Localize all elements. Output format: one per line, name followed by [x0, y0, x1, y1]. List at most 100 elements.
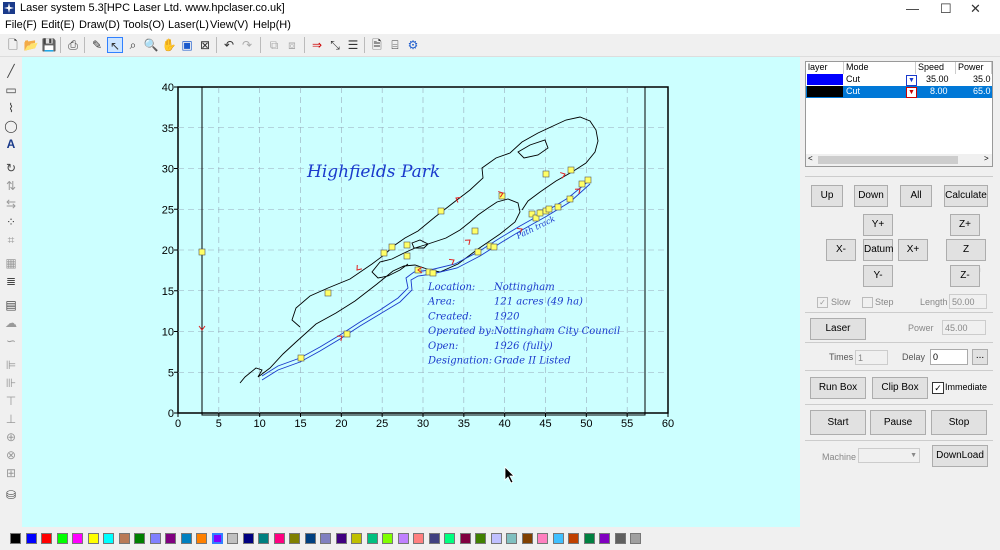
undo-icon[interactable]: ↶	[221, 37, 237, 53]
palette-swatch[interactable]	[490, 533, 502, 544]
ellipse-tool-icon[interactable]: ◯	[3, 118, 19, 134]
minimize-button[interactable]: —	[906, 1, 919, 16]
pan-hand-icon[interactable]: ✋	[161, 37, 177, 53]
palette-swatch[interactable]	[165, 533, 176, 544]
palette-swatch[interactable]	[506, 533, 517, 544]
palette-swatch[interactable]	[599, 533, 610, 544]
text-tool-icon[interactable]: A	[3, 136, 19, 152]
mirror-h-icon[interactable]: ⇅	[3, 178, 19, 194]
mode-dropdown-icon[interactable]: ▼	[906, 87, 917, 98]
zoom-icon[interactable]: 🔍	[143, 37, 159, 53]
cut-start-point[interactable]	[388, 243, 396, 251]
cut-start-point[interactable]	[380, 249, 388, 257]
import-icon[interactable]: ⎙	[65, 37, 81, 53]
slow-checkbox[interactable]: ✓	[817, 297, 828, 308]
palette-swatch[interactable]	[227, 533, 238, 544]
layer-row-selected[interactable]: Cut ▼ 8.00 65.0	[806, 86, 992, 98]
scroll-right-icon[interactable]: >	[984, 154, 989, 163]
palette-swatch[interactable]	[25, 533, 37, 544]
palette-swatch[interactable]	[552, 533, 564, 544]
palette-swatch[interactable]	[351, 533, 362, 544]
palette-swatch[interactable]	[382, 533, 393, 544]
cut-start-point[interactable]	[343, 330, 351, 338]
palette-swatch[interactable]	[428, 533, 440, 544]
palette-swatch[interactable]	[335, 533, 347, 544]
new-file-icon[interactable]: 🗋	[5, 37, 21, 53]
save-icon[interactable]: 💾	[41, 37, 57, 53]
fit-all-icon[interactable]: ⊠	[197, 37, 213, 53]
polyline-tool-icon[interactable]: ⌇	[3, 100, 19, 116]
cut-start-point[interactable]	[437, 207, 445, 215]
palette-swatch[interactable]	[211, 533, 223, 544]
palette-swatch[interactable]	[149, 533, 161, 544]
mirror-v-icon[interactable]: ⇆	[3, 196, 19, 212]
scrollbar-thumb[interactable]	[818, 156, 958, 164]
palette-swatch[interactable]	[444, 533, 455, 544]
open-folder-icon[interactable]: 📂	[23, 37, 39, 53]
step-checkbox[interactable]	[862, 297, 873, 308]
cut-start-point[interactable]	[297, 354, 305, 362]
cut-start-point[interactable]	[403, 252, 411, 260]
cut-start-point[interactable]	[536, 209, 544, 217]
offset-tool-icon[interactable]: ☁	[3, 315, 19, 331]
palette-swatch[interactable]	[180, 533, 192, 544]
drawing-title[interactable]: Highfields Park	[306, 162, 440, 182]
palette-swatch[interactable]	[397, 533, 409, 544]
cut-direction-icon[interactable]: ⇒	[309, 37, 325, 53]
machine-select[interactable]: ▼	[858, 448, 920, 463]
curve-tool-icon[interactable]: ∽	[3, 333, 19, 349]
cut-start-point[interactable]	[554, 203, 562, 211]
mode-dropdown-icon[interactable]: ▼	[906, 75, 917, 86]
menu-edit[interactable]: Edit(E)	[41, 19, 75, 31]
order-path-icon[interactable]: ⤡	[327, 37, 343, 53]
power-field[interactable]: 45.00	[942, 320, 986, 335]
palette-swatch[interactable]	[583, 533, 595, 544]
palette-swatch[interactable]	[475, 533, 486, 544]
palette-swatch[interactable]	[630, 533, 641, 544]
palette-swatch[interactable]	[242, 533, 254, 544]
cut-start-point[interactable]	[542, 170, 550, 178]
layer-table[interactable]: layer Mode Speed Power Cut ▼ 35.00 35.0 …	[805, 61, 993, 167]
align-left-icon[interactable]: ⊫	[3, 357, 19, 373]
same-size-icon[interactable]: ⊞	[3, 465, 19, 481]
machine-icon[interactable]: ⌸	[387, 37, 403, 53]
menu-help[interactable]: Help(H)	[253, 19, 291, 31]
layer-list-icon[interactable]: ☰	[345, 37, 361, 53]
palette-swatch[interactable]	[320, 533, 331, 544]
z-minus-button[interactable]: Z-	[950, 265, 980, 287]
dots-tool-icon[interactable]: ⁘	[3, 214, 19, 230]
align-tool-icon[interactable]: ≣	[3, 273, 19, 289]
align-bottom-icon[interactable]: ⊥	[3, 411, 19, 427]
menu-file[interactable]: File(F)	[5, 19, 37, 31]
close-button[interactable]: ✕	[970, 1, 981, 17]
align-top-icon[interactable]: ⊤	[3, 393, 19, 409]
palette-swatch[interactable]	[459, 533, 471, 544]
y-minus-button[interactable]: Y-	[863, 265, 893, 287]
pause-button[interactable]: Pause	[870, 410, 926, 435]
center-v-icon[interactable]: ⊗	[3, 447, 19, 463]
scroll-left-icon[interactable]: <	[808, 154, 813, 163]
redo-icon[interactable]: ↷	[239, 37, 255, 53]
drawing-canvas[interactable]: 0 5 10 15 20 25 30 35 40 45 50 55 60 0 5 10 15 20 25 30 35 40…	[22, 57, 800, 527]
line-tool-icon[interactable]: ╱	[3, 63, 19, 79]
z-plus-button[interactable]: Z+	[950, 214, 980, 236]
datum-button[interactable]: Datum	[863, 239, 893, 261]
cut-start-point[interactable]	[403, 241, 411, 249]
palette-swatch[interactable]	[118, 533, 130, 544]
palette-swatch[interactable]	[56, 533, 68, 544]
palette-swatch[interactable]	[41, 533, 52, 544]
palette-swatch[interactable]	[537, 533, 548, 544]
menu-view[interactable]: View(V)	[210, 19, 248, 31]
menu-laser[interactable]: Laser(L)	[168, 19, 209, 31]
palette-swatch[interactable]	[103, 533, 114, 544]
menu-draw[interactable]: Draw(D)	[79, 19, 120, 31]
z-datum-button[interactable]: Z Datum	[946, 239, 986, 275]
cut-start-point[interactable]	[474, 248, 482, 256]
rectangle-tool-icon[interactable]: ▭	[3, 82, 19, 98]
laser-button[interactable]: Laser	[810, 318, 866, 340]
palette-swatch[interactable]	[87, 533, 99, 544]
stop-button[interactable]: Stop	[931, 410, 987, 435]
settings-icon[interactable]: ⚙	[405, 37, 421, 53]
run-box-button[interactable]: Run Box	[810, 377, 866, 399]
layer-row[interactable]: Cut ▼ 35.00 35.0	[806, 74, 992, 86]
